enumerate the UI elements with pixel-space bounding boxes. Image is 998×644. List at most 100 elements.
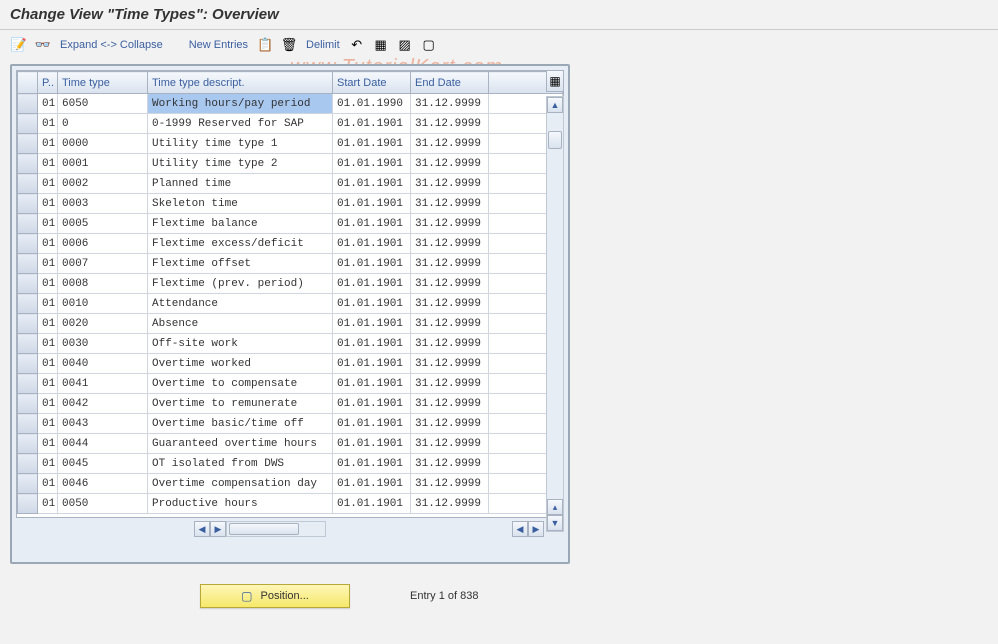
cell-p[interactable]: 01 <box>38 314 58 334</box>
row-selector[interactable] <box>18 274 38 294</box>
cell-p[interactable]: 01 <box>38 194 58 214</box>
col-timetype-header[interactable]: Time type <box>58 72 148 94</box>
row-selector[interactable] <box>18 234 38 254</box>
cell-p[interactable]: 01 <box>38 334 58 354</box>
cell-timetype[interactable]: 0 <box>58 114 148 134</box>
cell-desc[interactable]: Attendance <box>148 294 333 314</box>
cell-p[interactable]: 01 <box>38 174 58 194</box>
row-selector[interactable] <box>18 154 38 174</box>
cell-end[interactable]: 31.12.9999 <box>411 94 489 114</box>
select-block-icon[interactable]: ▨ <box>396 36 414 54</box>
cell-timetype[interactable]: 0030 <box>58 334 148 354</box>
row-selector[interactable] <box>18 114 38 134</box>
cell-start[interactable]: 01.01.1901 <box>333 194 411 214</box>
cell-p[interactable]: 01 <box>38 354 58 374</box>
row-selector[interactable] <box>18 414 38 434</box>
cell-timetype[interactable]: 0043 <box>58 414 148 434</box>
row-selector[interactable] <box>18 494 38 514</box>
cell-start[interactable]: 01.01.1901 <box>333 474 411 494</box>
cell-start[interactable]: 01.01.1901 <box>333 114 411 134</box>
vertical-scrollbar[interactable]: ▲ ▴ ▼ <box>546 96 564 532</box>
cell-desc[interactable]: Flextime balance <box>148 214 333 234</box>
row-selector[interactable] <box>18 334 38 354</box>
row-selector[interactable] <box>18 94 38 114</box>
cell-end[interactable]: 31.12.9999 <box>411 214 489 234</box>
cell-start[interactable]: 01.01.1901 <box>333 134 411 154</box>
delimit-button[interactable]: Delimit <box>304 39 342 51</box>
cell-end[interactable]: 31.12.9999 <box>411 234 489 254</box>
cell-desc[interactable]: Overtime compensation day <box>148 474 333 494</box>
cell-desc[interactable]: Flextime offset <box>148 254 333 274</box>
cell-end[interactable]: 31.12.9999 <box>411 314 489 334</box>
cell-desc[interactable]: OT isolated from DWS <box>148 454 333 474</box>
cell-timetype[interactable]: 0002 <box>58 174 148 194</box>
cell-desc[interactable]: Absence <box>148 314 333 334</box>
cell-start[interactable]: 01.01.1901 <box>333 294 411 314</box>
cell-start[interactable]: 01.01.1901 <box>333 214 411 234</box>
cell-desc[interactable]: Working hours/pay period <box>148 94 333 114</box>
row-selector[interactable] <box>18 374 38 394</box>
row-selector[interactable] <box>18 174 38 194</box>
cell-end[interactable]: 31.12.9999 <box>411 154 489 174</box>
new-entries-button[interactable]: New Entries <box>187 39 250 51</box>
hscroll-track[interactable] <box>226 521 326 537</box>
col-end-header[interactable]: End Date <box>411 72 489 94</box>
cell-timetype[interactable]: 0008 <box>58 274 148 294</box>
cell-p[interactable]: 01 <box>38 134 58 154</box>
cell-timetype[interactable]: 0045 <box>58 454 148 474</box>
cell-desc[interactable]: Flextime excess/deficit <box>148 234 333 254</box>
select-all-icon[interactable]: ▦ <box>372 36 390 54</box>
cell-timetype[interactable]: 0044 <box>58 434 148 454</box>
cell-p[interactable]: 01 <box>38 474 58 494</box>
cell-start[interactable]: 01.01.1901 <box>333 334 411 354</box>
scroll-thumb[interactable] <box>548 131 562 149</box>
undo-icon[interactable]: ↶ <box>348 36 366 54</box>
glasses-icon[interactable]: 👓 <box>34 36 52 54</box>
hscroll-right-icon[interactable]: ▶ <box>210 521 226 537</box>
cell-end[interactable]: 31.12.9999 <box>411 414 489 434</box>
cell-p[interactable]: 01 <box>38 454 58 474</box>
cell-timetype[interactable]: 0001 <box>58 154 148 174</box>
cell-end[interactable]: 31.12.9999 <box>411 494 489 514</box>
scroll-up-icon[interactable]: ▲ <box>547 97 563 113</box>
cell-start[interactable]: 01.01.1901 <box>333 494 411 514</box>
cell-end[interactable]: 31.12.9999 <box>411 114 489 134</box>
row-selector[interactable] <box>18 134 38 154</box>
row-selector[interactable] <box>18 434 38 454</box>
cell-p[interactable]: 01 <box>38 274 58 294</box>
row-selector[interactable] <box>18 194 38 214</box>
cell-desc[interactable]: 0-1999 Reserved for SAP <box>148 114 333 134</box>
hscroll-left-icon[interactable]: ◀ <box>194 521 210 537</box>
cell-end[interactable]: 31.12.9999 <box>411 354 489 374</box>
cell-end[interactable]: 31.12.9999 <box>411 274 489 294</box>
col-desc-header[interactable]: Time type descript. <box>148 72 333 94</box>
cell-p[interactable]: 01 <box>38 254 58 274</box>
cell-desc[interactable]: Utility time type 2 <box>148 154 333 174</box>
cell-desc[interactable]: Overtime worked <box>148 354 333 374</box>
cell-p[interactable]: 01 <box>38 154 58 174</box>
cell-start[interactable]: 01.01.1901 <box>333 274 411 294</box>
cell-desc[interactable]: Overtime to compensate <box>148 374 333 394</box>
cell-start[interactable]: 01.01.1901 <box>333 454 411 474</box>
row-selector[interactable] <box>18 454 38 474</box>
cell-p[interactable]: 01 <box>38 114 58 134</box>
cell-p[interactable]: 01 <box>38 294 58 314</box>
cell-end[interactable]: 31.12.9999 <box>411 254 489 274</box>
cell-timetype[interactable]: 0040 <box>58 354 148 374</box>
cell-timetype[interactable]: 0020 <box>58 314 148 334</box>
row-selector[interactable] <box>18 254 38 274</box>
cell-timetype[interactable]: 0010 <box>58 294 148 314</box>
cell-p[interactable]: 01 <box>38 434 58 454</box>
hscroll-right2-icon[interactable]: ▶ <box>528 521 544 537</box>
cell-timetype[interactable]: 0050 <box>58 494 148 514</box>
cell-p[interactable]: 01 <box>38 494 58 514</box>
row-selector[interactable] <box>18 474 38 494</box>
cell-start[interactable]: 01.01.1901 <box>333 314 411 334</box>
col-start-header[interactable]: Start Date <box>333 72 411 94</box>
cell-timetype[interactable]: 0003 <box>58 194 148 214</box>
cell-start[interactable]: 01.01.1901 <box>333 414 411 434</box>
expand-collapse-button[interactable]: Expand <-> Collapse <box>58 39 165 51</box>
cell-end[interactable]: 31.12.9999 <box>411 134 489 154</box>
row-selector[interactable] <box>18 214 38 234</box>
cell-p[interactable]: 01 <box>38 374 58 394</box>
